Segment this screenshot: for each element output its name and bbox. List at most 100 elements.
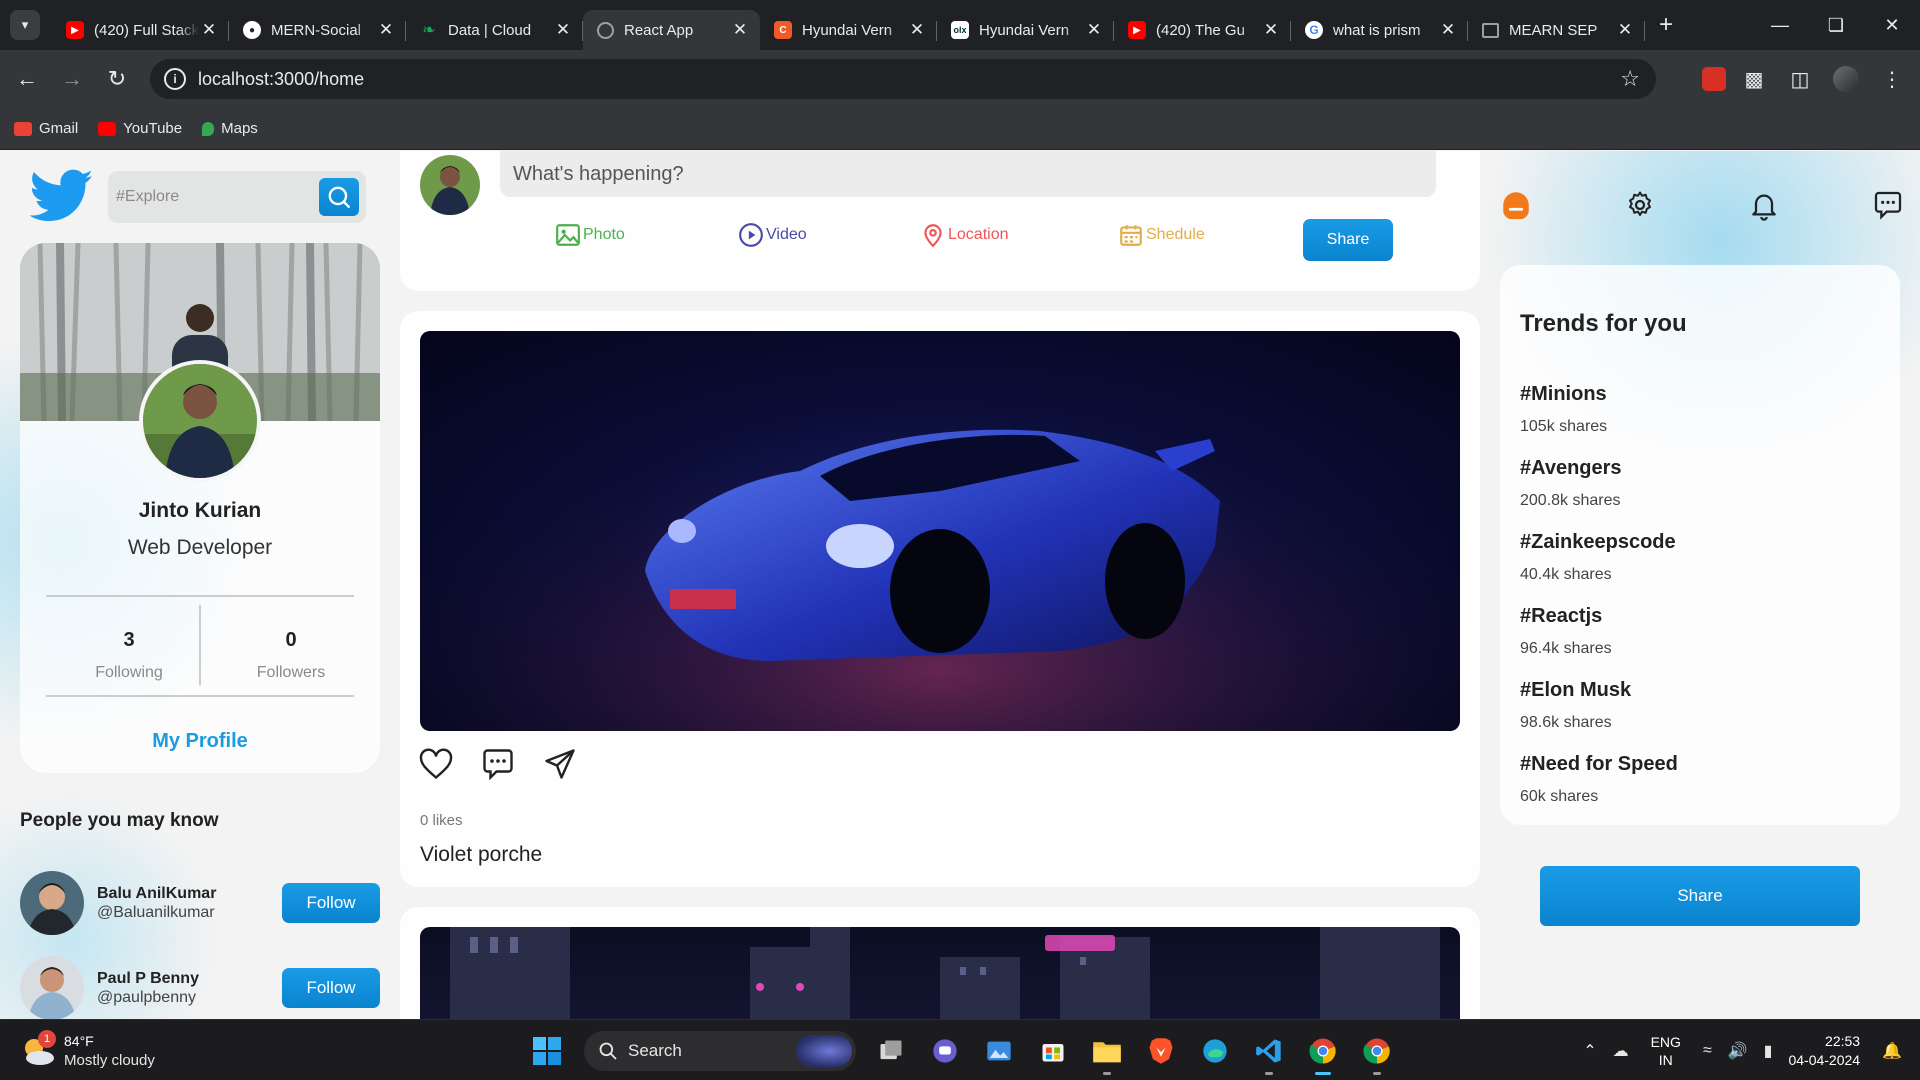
- chrome-icon[interactable]: [1357, 1031, 1397, 1075]
- composer-avatar[interactable]: [420, 155, 480, 215]
- photo-option[interactable]: Photo: [555, 222, 625, 248]
- side-panel-icon[interactable]: ◫: [1782, 61, 1818, 97]
- share-button[interactable]: Share: [1540, 866, 1860, 926]
- trend-item[interactable]: #Need for Speed 60k shares: [1520, 753, 1678, 806]
- trend-item[interactable]: #Minions 105k shares: [1520, 383, 1607, 436]
- close-tab-icon[interactable]: ✕: [907, 20, 927, 40]
- person-avatar[interactable]: [20, 956, 84, 1019]
- profile-avatar[interactable]: [139, 360, 261, 482]
- minimize-icon[interactable]: —: [1752, 0, 1808, 50]
- tab-hyundai-olx[interactable]: olx Hyundai Vern ✕: [937, 10, 1114, 50]
- language-indicator[interactable]: ENG IN: [1651, 1033, 1681, 1069]
- schedule-option[interactable]: Shedule: [1118, 222, 1205, 248]
- bookmark-star-icon[interactable]: ☆: [1620, 66, 1640, 92]
- home-icon[interactable]: [1496, 183, 1536, 227]
- person-avatar[interactable]: [20, 871, 84, 935]
- windows-start-icon[interactable]: [527, 1031, 567, 1071]
- bookmark-youtube[interactable]: YouTube: [98, 120, 182, 137]
- post-image[interactable]: [420, 927, 1460, 1019]
- following-stat[interactable]: 3 Following: [54, 629, 204, 682]
- task-view-icon[interactable]: [871, 1031, 911, 1071]
- taskbar-search[interactable]: Search: [584, 1031, 856, 1071]
- browser-menu-icon[interactable]: ⋮: [1874, 61, 1910, 97]
- youtube-icon: ▶: [1128, 21, 1146, 39]
- search-input[interactable]: [116, 188, 316, 206]
- photos-icon[interactable]: [979, 1031, 1019, 1071]
- whats-happening-input[interactable]: [500, 151, 1436, 197]
- close-tab-icon[interactable]: ✕: [1084, 20, 1104, 40]
- tab-google-prism[interactable]: G what is prism ✕: [1291, 10, 1468, 50]
- divider: [199, 605, 201, 685]
- twitter-logo-icon[interactable]: [30, 168, 94, 224]
- trend-item[interactable]: #Elon Musk 98.6k shares: [1520, 679, 1631, 732]
- address-bar[interactable]: i localhost:3000/home ☆: [150, 59, 1656, 99]
- tab-mearn-sep[interactable]: MEARN SEP ✕: [1468, 10, 1645, 50]
- follow-button[interactable]: Follow: [282, 883, 380, 923]
- restore-icon[interactable]: ❏: [1808, 0, 1864, 50]
- follow-button[interactable]: Follow: [282, 968, 380, 1008]
- brave-browser-icon[interactable]: [1141, 1031, 1181, 1071]
- video-option[interactable]: Video: [738, 222, 807, 248]
- close-tab-icon[interactable]: ✕: [1615, 20, 1635, 40]
- tab-youtube-fullstack[interactable]: ▶ (420) Full Stack ✕: [52, 10, 229, 50]
- volume-icon[interactable]: 🔊: [1728, 1041, 1748, 1061]
- onedrive-icon[interactable]: ☁: [1613, 1041, 1629, 1061]
- explore-search: [108, 171, 366, 223]
- comment-icon[interactable]: [480, 746, 516, 782]
- tab-hyundai-cardekho[interactable]: C Hyundai Vern ✕: [760, 10, 937, 50]
- search-button[interactable]: [319, 178, 359, 216]
- messages-icon[interactable]: [1868, 183, 1908, 227]
- send-icon[interactable]: [542, 746, 578, 782]
- new-tab-button[interactable]: +: [1651, 10, 1681, 40]
- teams-chat-icon[interactable]: [925, 1031, 965, 1071]
- extensions-puzzle-icon[interactable]: ▩: [1736, 61, 1772, 97]
- post-image[interactable]: [420, 331, 1460, 731]
- extension-icon[interactable]: [1702, 67, 1726, 91]
- trend-shares: 200.8k shares: [1520, 492, 1621, 509]
- my-profile-link[interactable]: My Profile: [20, 730, 380, 753]
- share-post-button[interactable]: Share: [1303, 219, 1393, 261]
- battery-icon[interactable]: ▮: [1764, 1041, 1773, 1061]
- file-explorer-icon[interactable]: [1087, 1031, 1127, 1075]
- close-tab-icon[interactable]: ✕: [1438, 20, 1458, 40]
- close-tab-icon[interactable]: ✕: [376, 20, 396, 40]
- followers-stat[interactable]: 0 Followers: [216, 629, 366, 682]
- forward-button[interactable]: →: [54, 61, 90, 97]
- location-option[interactable]: Location: [920, 222, 1009, 248]
- back-button[interactable]: ←: [9, 61, 45, 97]
- notification-bell-icon[interactable]: [1744, 183, 1784, 227]
- bookmark-gmail[interactable]: Gmail: [14, 120, 78, 137]
- close-tab-icon[interactable]: ✕: [1261, 20, 1281, 40]
- reload-button[interactable]: ↻: [99, 61, 135, 97]
- clock[interactable]: 22:53 04-04-2024: [1788, 1032, 1860, 1070]
- profile-avatar[interactable]: [1828, 61, 1864, 97]
- vscode-icon[interactable]: [1249, 1031, 1289, 1075]
- tab-youtube-the-gu[interactable]: ▶ (420) The Gu ✕: [1114, 10, 1291, 50]
- schedule-label: Shedule: [1146, 226, 1205, 243]
- site-info-icon[interactable]: i: [164, 68, 186, 90]
- settings-gear-icon[interactable]: [1620, 183, 1660, 227]
- wifi-icon[interactable]: ≈: [1703, 1042, 1712, 1060]
- microsoft-store-icon[interactable]: [1033, 1031, 1073, 1071]
- trend-item[interactable]: #Zainkeepscode 40.4k shares: [1520, 531, 1676, 584]
- close-tab-icon[interactable]: ✕: [553, 20, 573, 40]
- bookmark-maps[interactable]: Maps: [202, 120, 258, 137]
- people-you-may-know-title: People you may know: [20, 810, 219, 831]
- close-window-icon[interactable]: ✕: [1864, 0, 1920, 50]
- weather-widget[interactable]: 1 84°F Mostly cloudy: [20, 1030, 200, 1072]
- chevron-up-icon[interactable]: ⌃: [1583, 1041, 1596, 1061]
- trend-item[interactable]: #Reactjs 96.4k shares: [1520, 605, 1612, 658]
- close-tab-icon[interactable]: ✕: [199, 20, 219, 40]
- tab-mongodb-cloud[interactable]: ❧ Data | Cloud ✕: [406, 10, 583, 50]
- heart-icon[interactable]: [418, 746, 454, 782]
- address-url[interactable]: localhost:3000/home: [198, 69, 364, 90]
- edge-browser-icon[interactable]: [1195, 1031, 1235, 1071]
- notification-bell-icon[interactable]: 🔔: [1882, 1041, 1902, 1061]
- trend-item[interactable]: #Avengers 200.8k shares: [1520, 457, 1622, 510]
- chrome-icon[interactable]: [1303, 1031, 1343, 1075]
- tab-react-app[interactable]: React App ✕: [583, 10, 760, 50]
- tab-search-button[interactable]: ▾: [10, 10, 40, 40]
- bookmark-label: Maps: [221, 120, 258, 137]
- tab-github-mern-social[interactable]: ● MERN-Social ✕: [229, 10, 406, 50]
- close-tab-icon[interactable]: ✕: [730, 20, 750, 40]
